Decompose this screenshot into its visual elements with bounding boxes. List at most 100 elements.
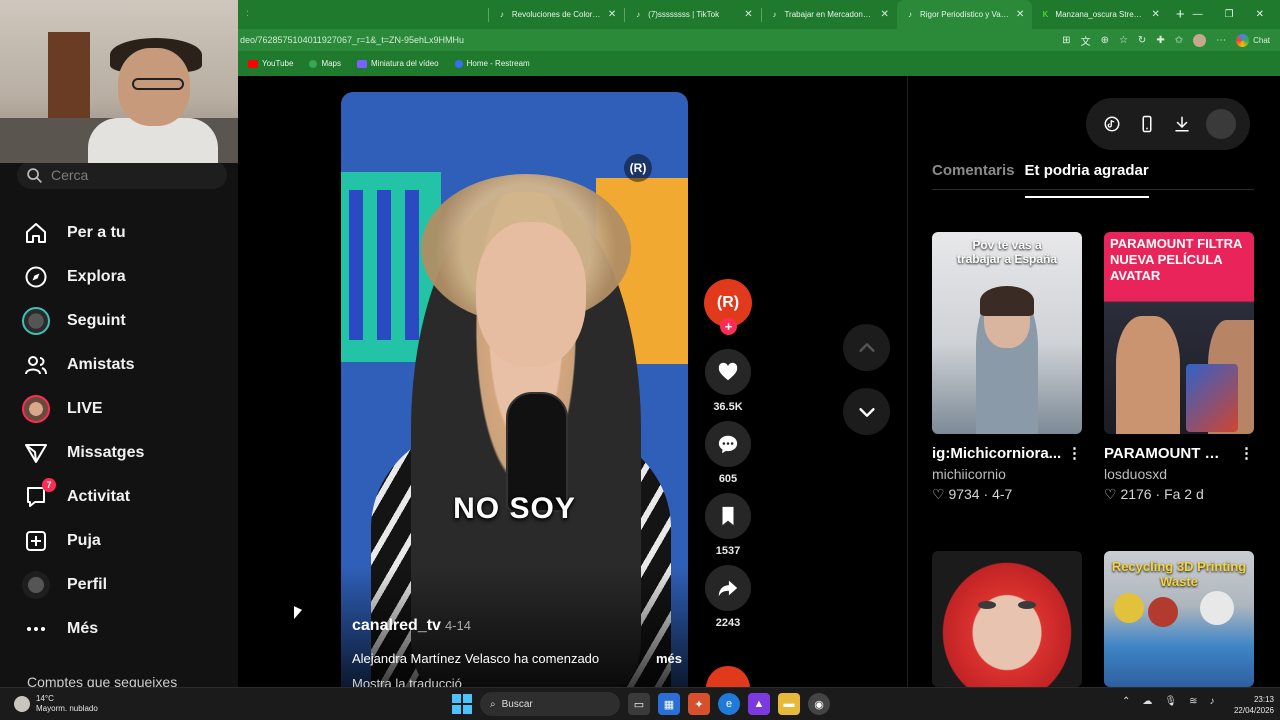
video-thumbnail[interactable]: PARAMOUNT FILTRA NUEVA PELÍCULA AVATAR [1104, 232, 1254, 434]
edge-icon[interactable]: e [718, 693, 740, 715]
creator-avatar[interactable]: (R) + [704, 279, 752, 335]
volume-icon[interactable]: ♪ [1209, 696, 1214, 707]
bookmark-youtube[interactable]: YouTube [248, 59, 293, 68]
zoom-icon[interactable]: ⊕ [1101, 35, 1109, 46]
thumbnail-text: Recycling 3D Printing Waste [1111, 559, 1247, 589]
close-tab-icon[interactable]: ✕ [738, 9, 752, 20]
sidebar-item-explore[interactable]: Explora [22, 255, 144, 299]
next-creator-avatar[interactable] [706, 666, 750, 687]
close-tab-icon[interactable]: ✕ [602, 9, 616, 20]
search-input[interactable]: Cerca [17, 161, 227, 189]
card-title[interactable]: PARAMOUNT 🩷 FILTRA LA... [1104, 444, 1236, 462]
taskbar-search[interactable]: ⌕ Buscar [480, 692, 620, 716]
menu-icon[interactable]: ⋯ [1216, 35, 1226, 46]
sidebar-item-activity[interactable]: 7 Activitat [22, 475, 144, 519]
sidebar-item-friends[interactable]: Amistats [22, 343, 144, 387]
video-thumbnail[interactable]: Pov te vas a trabajar a España [932, 232, 1082, 434]
sidebar-item-messages[interactable]: Missatges [22, 431, 144, 475]
save-button[interactable] [705, 493, 751, 539]
close-tab-icon[interactable]: ✕ [875, 9, 889, 20]
sidebar-item-more[interactable]: Més [22, 607, 144, 651]
chrome-icon[interactable]: ◉ [808, 693, 830, 715]
refresh-icon[interactable]: ↻ [1138, 35, 1146, 46]
search-icon: ⌕ [490, 698, 496, 710]
mic-icon[interactable]: 🎙 [1164, 696, 1177, 707]
url-text[interactable]: deo/7628575104011927067_r=1&_t=ZN-95ehLx… [240, 35, 464, 45]
home-icon [26, 223, 46, 243]
tiktok-icon: ♪ [907, 10, 912, 19]
like-button[interactable] [705, 349, 751, 395]
translate-link[interactable]: Mostra la traducció [352, 676, 462, 687]
card-title[interactable]: ig:Michicorniora... [932, 445, 1064, 462]
more-options-icon[interactable]: ⋮ [1067, 444, 1082, 462]
more-options-icon[interactable]: ⋮ [1239, 444, 1254, 462]
bookmark-star-icon[interactable]: ☆ [1119, 35, 1128, 46]
recommended-video-card[interactable]: Recycling 3D Printing Waste [1104, 551, 1254, 687]
copilot-icon [1236, 33, 1250, 47]
share-icon [718, 580, 738, 597]
card-author[interactable]: losduosxd [1104, 466, 1254, 482]
maximize-icon[interactable]: ❐ [1225, 9, 1234, 20]
bookmark-restream[interactable]: Home - Restream [454, 59, 530, 68]
translate-icon[interactable]: 文 [1081, 33, 1091, 48]
close-tab-icon[interactable]: ✕ [1010, 9, 1024, 20]
download-icon[interactable] [1171, 113, 1193, 135]
app-icon[interactable]: ▲ [748, 693, 770, 715]
video-author[interactable]: canalred_tv 4-14 [352, 617, 471, 635]
follow-plus-icon[interactable]: + [720, 318, 737, 335]
sidebar-item-label: Activitat [67, 488, 131, 505]
sidebar-item-following[interactable]: Seguint [22, 299, 144, 343]
video-thumbnail[interactable] [932, 551, 1082, 687]
recommended-video-card[interactable]: Pov te vas a trabajar a España ig:Michic… [932, 232, 1082, 503]
apps-icon[interactable]: ⊞ [1062, 35, 1070, 46]
tiktok-note-icon[interactable] [1101, 113, 1123, 135]
compass-icon [25, 266, 47, 288]
weather-widget[interactable]: 14°C Mayorm. nublado [14, 694, 98, 714]
previous-video-button[interactable] [843, 324, 890, 371]
close-window-icon[interactable]: ✕ [1256, 9, 1264, 20]
tab-comments[interactable]: Comentaris [932, 162, 1015, 189]
clock[interactable]: 23:13 22/04/2026 [1228, 694, 1274, 716]
user-avatar[interactable] [1205, 109, 1236, 139]
network-icon[interactable]: ☁ [1142, 696, 1152, 707]
video-thumbnail[interactable]: Recycling 3D Printing Waste [1104, 551, 1254, 687]
chevron-up-icon[interactable]: ⌃ [1122, 696, 1130, 707]
file-explorer-icon[interactable]: ▬ [778, 693, 800, 715]
browser-tab[interactable]: ♪ (7)ssssssss | TikTok ✕ [625, 0, 760, 29]
favorites-icon[interactable]: ✩ [1175, 35, 1183, 46]
share-button[interactable] [705, 565, 751, 611]
recommended-video-card[interactable] [932, 551, 1082, 687]
browser-tab[interactable]: KManzana_oscura Stream - Watch✕ [1032, 0, 1167, 29]
more-link[interactable]: més [656, 651, 682, 666]
card-author[interactable]: michiicornio [932, 466, 1082, 482]
copilot-app-icon[interactable]: ✦ [688, 693, 710, 715]
extensions-icon[interactable]: ✚ [1156, 35, 1164, 46]
tab-you-may-like[interactable]: Et podria agradar [1024, 162, 1149, 198]
recommended-video-card[interactable]: PARAMOUNT FILTRA NUEVA PELÍCULA AVATAR P… [1104, 232, 1254, 503]
sidebar-item-for-you[interactable]: Per a tu [22, 211, 144, 255]
start-button[interactable] [452, 694, 472, 714]
bookmark-maps[interactable]: Maps [309, 59, 341, 68]
next-video-button[interactable] [843, 388, 890, 435]
phone-icon[interactable] [1136, 113, 1158, 135]
browser-tab-active[interactable]: ♪Rigor Periodístico y Valor ante Ju✕ [896, 0, 1033, 29]
browser-tab[interactable]: ♪Trabajar en Mercadona: ¿Qué pa✕ [761, 0, 896, 29]
close-tab-icon[interactable]: ✕ [1145, 9, 1159, 20]
chat-button[interactable]: Chat [1236, 33, 1270, 47]
profile-avatar[interactable] [1193, 33, 1207, 47]
task-view-icon[interactable]: ▭ [628, 693, 650, 715]
sidebar-item-upload[interactable]: Puja [22, 519, 144, 563]
minimize-icon[interactable]: — [1193, 9, 1203, 20]
close-tab-icon[interactable]: ✕ [240, 9, 248, 20]
mouse-cursor [294, 606, 302, 623]
bookmark-thumbnail[interactable]: Miniatura del vídeo [357, 59, 439, 68]
panel-tabs: Comentaris Et podria agradar [932, 162, 1254, 198]
wifi-icon[interactable]: ≋ [1189, 696, 1197, 707]
sidebar-item-profile[interactable]: Perfil [22, 563, 144, 607]
comment-button[interactable] [705, 421, 751, 467]
new-tab-button[interactable]: + [1168, 6, 1193, 23]
store-icon[interactable]: ▦ [658, 693, 680, 715]
browser-tab[interactable]: ♪Revoluciones de Colores: La Guer✕ [489, 0, 624, 29]
video-player[interactable]: (R) NO SOY canalred_tv 4-14 Alejandra Mar… [341, 92, 688, 687]
sidebar-item-live[interactable]: LIVE [22, 387, 144, 431]
